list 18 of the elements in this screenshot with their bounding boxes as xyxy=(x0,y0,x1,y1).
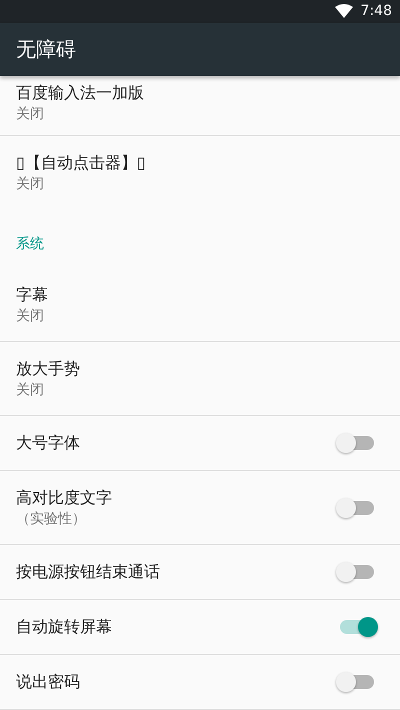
setting-title[interactable]: 字幕 xyxy=(16,284,48,306)
setting-title[interactable]: 百度输入法一加版 xyxy=(16,82,144,104)
setting-summary: （实验性） xyxy=(16,510,86,528)
setting-summary: 关闭 xyxy=(16,380,44,400)
setting-summary: 关闭 xyxy=(16,175,44,194)
clock: 7:48 xyxy=(360,3,392,20)
setting-title[interactable]: 自动旋转屏幕 xyxy=(16,616,112,638)
setting-title[interactable]: ▯【自动点击器】▯ xyxy=(16,152,146,174)
setting-title[interactable]: 高对比度文字 xyxy=(16,486,112,508)
setting-title[interactable]: 大号字体 xyxy=(16,432,80,454)
setting-title[interactable]: 放大手势 xyxy=(16,358,80,380)
setting-summary: 关闭 xyxy=(16,105,44,124)
screen-title: 无障碍 xyxy=(16,36,76,63)
setting-summary: 关闭 xyxy=(16,306,44,326)
setting-title[interactable]: 按电源按钮结束通话 xyxy=(16,561,160,583)
section-header: 系统 xyxy=(16,235,44,253)
setting-title[interactable]: 说出密码 xyxy=(16,671,80,693)
wifi-icon xyxy=(334,4,353,18)
